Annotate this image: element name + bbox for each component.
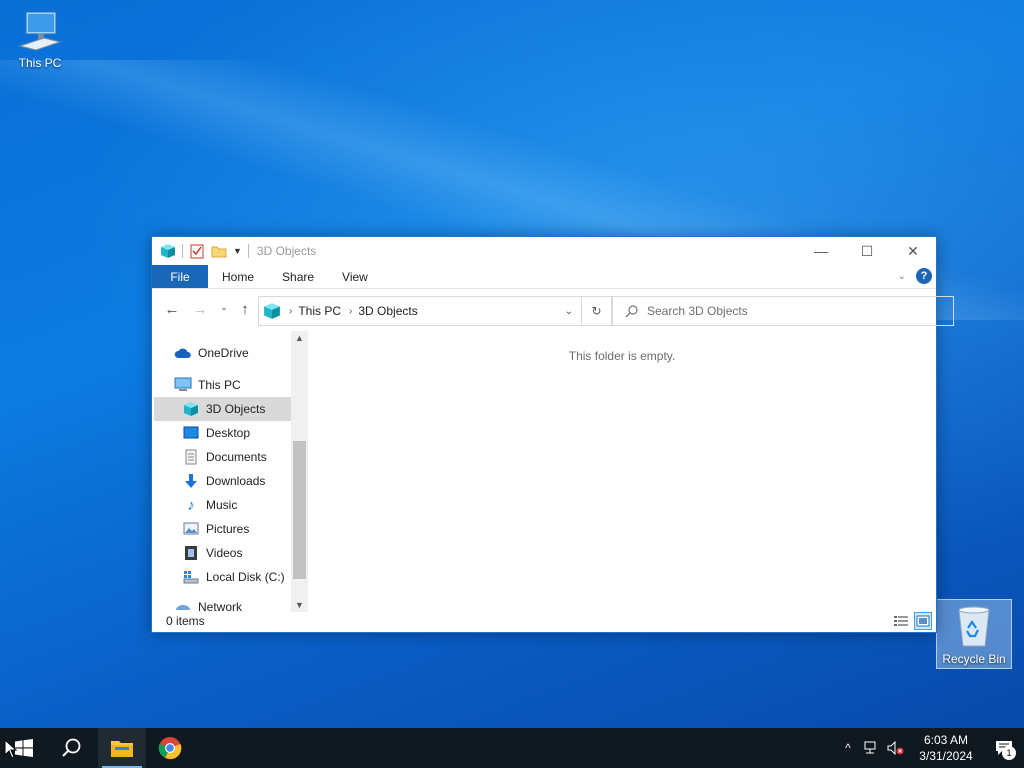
chrome-icon — [158, 737, 182, 760]
navigation-scrollbar[interactable]: ▲ ▼ — [291, 331, 308, 612]
taskbar: ^ 6:03 AM 3/31/2024 1 — [0, 728, 1024, 768]
nav-item-downloads[interactable]: Downloads — [182, 469, 265, 493]
pictures-icon — [182, 521, 200, 537]
properties-icon[interactable] — [189, 243, 205, 259]
file-list-area[interactable]: This folder is empty. — [308, 331, 936, 612]
desktop-icon-recycle-bin[interactable]: Recycle Bin — [936, 599, 1012, 669]
tab-file[interactable]: File — [152, 265, 208, 288]
downloads-icon — [182, 473, 200, 489]
scroll-down-arrow-icon[interactable]: ▼ — [291, 600, 308, 610]
notification-count-badge: 1 — [1002, 746, 1016, 760]
system-tray: ^ 6:03 AM 3/31/2024 1 — [836, 728, 1024, 768]
computer-icon — [174, 377, 192, 393]
nav-item-documents[interactable]: Documents — [182, 445, 267, 469]
details-view-button[interactable] — [892, 612, 910, 630]
desktop-icon-label: This PC — [18, 56, 62, 70]
nav-item-pictures[interactable]: Pictures — [182, 517, 249, 541]
nav-item-local-disk[interactable]: Local Disk (C:) — [182, 565, 285, 589]
network-status-icon[interactable] — [860, 741, 884, 755]
status-bar: 0 items — [152, 610, 936, 632]
file-explorer-window: ▼ 3D Objects — ☐ ✕ File Home Share View … — [151, 236, 954, 633]
back-arrow-icon[interactable]: ← — [160, 301, 184, 318]
tab-home[interactable]: Home — [208, 265, 268, 288]
search-icon — [625, 305, 638, 318]
empty-folder-message: This folder is empty. — [568, 349, 676, 363]
large-icons-view-button[interactable] — [914, 612, 932, 630]
scrollbar-thumb[interactable] — [293, 441, 306, 579]
close-button[interactable]: ✕ — [890, 237, 936, 265]
minimize-button[interactable]: — — [798, 237, 844, 265]
up-arrow-icon[interactable]: ↑ — [233, 301, 257, 318]
breadcrumb-chevron-icon[interactable]: › — [289, 306, 292, 317]
scroll-up-arrow-icon[interactable]: ▲ — [291, 333, 308, 343]
nav-item-this-pc[interactable]: This PC — [174, 373, 241, 397]
file-explorer-icon — [111, 741, 133, 757]
details-view-icon — [894, 616, 908, 626]
show-hidden-icons-chevron-icon[interactable]: ^ — [836, 741, 860, 755]
nav-item-onedrive[interactable]: OneDrive — [174, 341, 249, 365]
search-icon — [62, 738, 81, 757]
clock[interactable]: 6:03 AM 3/31/2024 — [908, 732, 984, 764]
forward-arrow-icon[interactable]: → — [188, 301, 212, 318]
breadcrumb-this-pc[interactable]: This PC — [298, 304, 341, 318]
mouse-cursor-icon — [4, 739, 18, 759]
search-button[interactable] — [48, 728, 96, 768]
ribbon-tabs: File Home Share View ⌄ ? — [152, 265, 936, 289]
nav-item-3d-objects[interactable]: 3D Objects — [154, 397, 291, 421]
maximize-button[interactable]: ☐ — [844, 237, 890, 265]
recycle-bin-icon — [958, 606, 990, 647]
search-input[interactable] — [647, 304, 927, 318]
music-icon: ♪ — [187, 496, 195, 514]
desktop-folder-icon — [182, 425, 200, 441]
window-title: 3D Objects — [256, 244, 317, 258]
volume-muted-icon[interactable] — [884, 741, 908, 755]
clock-date: 3/31/2024 — [919, 749, 973, 763]
large-icons-view-icon — [916, 615, 930, 627]
breadcrumb-3d-objects[interactable]: 3D Objects — [358, 304, 417, 318]
breadcrumb-chevron-icon[interactable]: › — [349, 306, 352, 317]
tab-view[interactable]: View — [328, 265, 382, 288]
videos-icon — [182, 545, 200, 561]
nav-item-videos[interactable]: Videos — [182, 541, 242, 565]
search-box[interactable] — [612, 296, 954, 326]
3d-objects-icon — [264, 303, 280, 319]
computer-icon — [18, 11, 62, 51]
clock-time: 6:03 AM — [923, 733, 969, 747]
expand-ribbon-chevron-icon[interactable]: ⌄ — [898, 271, 906, 282]
3d-objects-icon — [182, 401, 200, 417]
taskbar-chrome[interactable] — [146, 728, 194, 768]
navigation-bar: ← → ⌄ ↑ › This PC › 3D Objects ⌄ ↻ — [152, 289, 954, 331]
refresh-icon: ↻ — [591, 304, 602, 318]
onedrive-icon — [174, 345, 192, 361]
3d-objects-icon — [161, 244, 175, 258]
documents-icon — [182, 449, 200, 465]
address-history-chevron-icon[interactable]: ⌄ — [565, 306, 573, 317]
nav-item-music[interactable]: ♪ Music — [182, 493, 237, 517]
help-button[interactable]: ? — [916, 268, 932, 284]
desktop-icon-label: Recycle Bin — [942, 652, 1006, 666]
item-count: 0 items — [166, 614, 205, 628]
desktop-icon-this-pc[interactable]: This PC — [2, 8, 78, 70]
navigation-pane: OneDrive This PC 3D Objects Desktop Docu… — [152, 331, 308, 612]
new-folder-icon[interactable] — [211, 243, 227, 259]
quick-access-toolbar: ▼ — [160, 243, 249, 259]
address-bar[interactable]: › This PC › 3D Objects ⌄ — [258, 296, 582, 326]
action-center-button[interactable]: 1 — [984, 740, 1024, 760]
customize-qat-chevron-icon[interactable]: ▼ — [233, 246, 242, 256]
refresh-button[interactable]: ↻ — [582, 296, 612, 326]
nav-item-desktop[interactable]: Desktop — [182, 421, 250, 445]
tab-share[interactable]: Share — [268, 265, 328, 288]
local-disk-icon — [182, 569, 200, 585]
title-bar[interactable]: ▼ 3D Objects — ☐ ✕ — [152, 237, 936, 265]
taskbar-file-explorer[interactable] — [98, 728, 146, 768]
